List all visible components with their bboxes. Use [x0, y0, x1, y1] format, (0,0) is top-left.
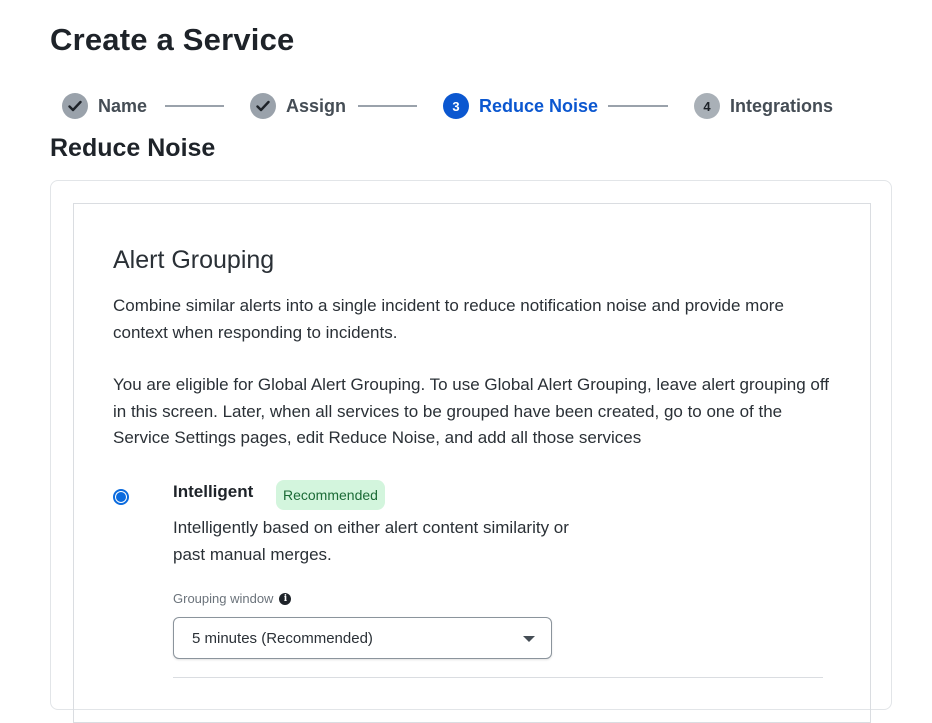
step-label: Integrations — [730, 95, 834, 116]
intelligent-option-description: Intelligently based on either alert cont… — [173, 518, 569, 564]
step-label: Reduce Noise — [479, 95, 599, 116]
recommended-badge: Recommended — [276, 480, 385, 510]
info-icon[interactable]: i — [279, 592, 292, 605]
intelligent-option-title: Intelligent — [173, 482, 254, 501]
page-title: Create a Service — [50, 22, 295, 57]
step-label: Name — [98, 95, 148, 116]
caret-down-icon — [523, 636, 535, 642]
grouping-window-select[interactable]: 5 minutes (Recommended) — [173, 617, 552, 659]
stepper: Name Assign 3 Reduce Noise 4 Integration… — [62, 92, 862, 120]
grouping-window-label-text: Grouping window — [173, 591, 274, 606]
step-assign[interactable]: Assign — [250, 92, 346, 120]
step-label: Assign — [286, 95, 347, 116]
radio-selected-dot — [116, 492, 126, 502]
step-connector — [358, 105, 417, 107]
grouping-window-label: Grouping window i — [173, 591, 292, 606]
step-connector — [608, 105, 668, 107]
global-grouping-eligibility: You are eligible for Global Alert Groupi… — [113, 375, 830, 447]
step-reduce-noise[interactable]: 3 Reduce Noise — [443, 92, 598, 120]
step-name[interactable]: Name — [62, 92, 147, 120]
intelligent-radio[interactable] — [113, 489, 129, 505]
alert-grouping-title: Alert Grouping — [113, 246, 275, 274]
section-title: Reduce Noise — [50, 134, 216, 162]
step-number-badge: 3 — [443, 93, 469, 119]
divider — [173, 677, 823, 678]
alert-grouping-description: Combine similar alerts into a single inc… — [113, 296, 784, 342]
check-icon — [62, 93, 88, 119]
step-connector — [165, 105, 224, 107]
step-number-badge: 4 — [694, 93, 720, 119]
grouping-window-value: 5 minutes (Recommended) — [192, 629, 373, 647]
check-icon — [250, 93, 276, 119]
step-integrations[interactable]: 4 Integrations — [694, 92, 833, 120]
